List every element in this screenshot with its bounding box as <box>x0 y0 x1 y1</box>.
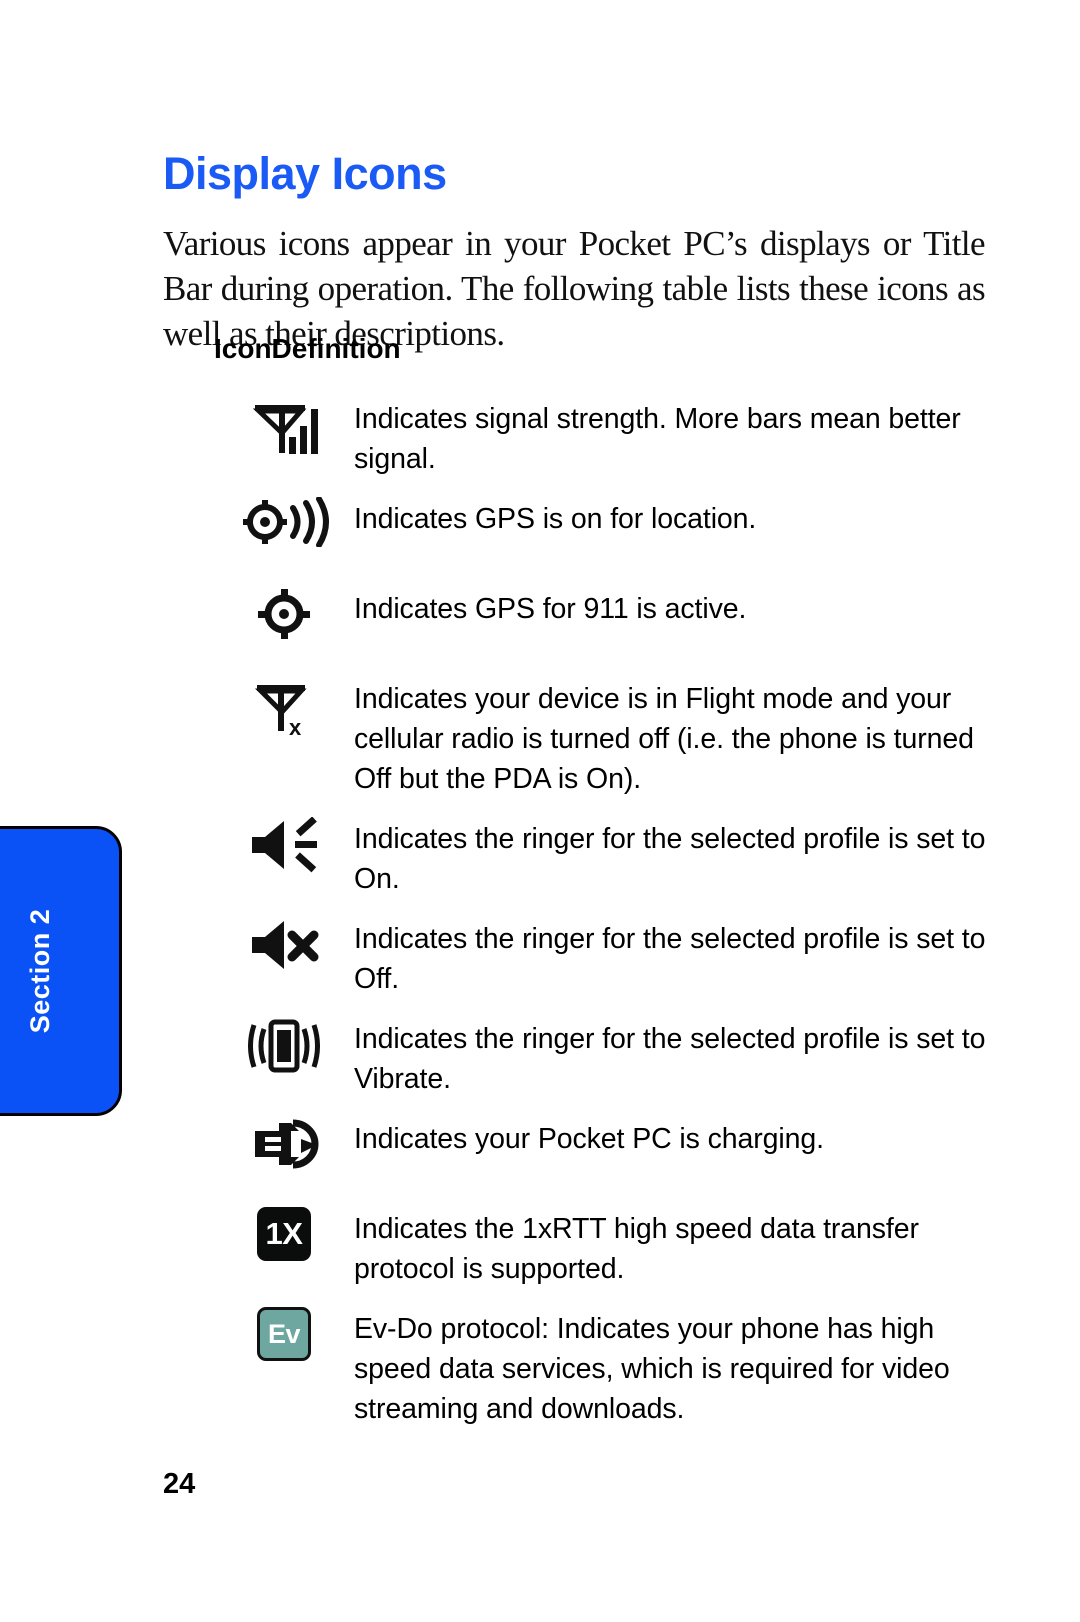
page-title: Display Icons <box>163 148 447 200</box>
icon-cell <box>214 585 354 659</box>
table-row: Ev Ev-Do protocol: Indicates your phone … <box>214 1305 1004 1429</box>
definition-text: Ev-Do protocol: Indicates your phone has… <box>354 1313 950 1425</box>
definition-text: Indicates the ringer for the selected pr… <box>354 823 986 895</box>
document-page: Display Icons Various icons appear in yo… <box>0 0 1080 1622</box>
flight-mode-icon: x <box>253 677 315 739</box>
gps-on-icon <box>238 497 330 547</box>
icon-definition-table: Indicates signal strength. More bars mea… <box>214 395 1004 1445</box>
definition-text: Indicates the ringer for the selected pr… <box>354 923 986 995</box>
ringer-vibrate-icon <box>248 1017 320 1075</box>
table-row: Indicates the ringer for the selected pr… <box>214 915 1004 999</box>
icon-cell: Ev <box>214 1305 354 1379</box>
signal-strength-icon <box>249 397 319 459</box>
definition-text: Indicates GPS is on for location. <box>354 503 757 535</box>
definition-text: Indicates GPS for 911 is active. <box>354 593 747 625</box>
definition-text: Indicates the 1xRTT high speed data tran… <box>354 1213 919 1285</box>
icon-cell: 1X <box>214 1205 354 1279</box>
icon-cell <box>214 1115 354 1189</box>
table-row: Indicates GPS for 911 is active. <box>214 585 1004 659</box>
table-row: Indicates the ringer for the selected pr… <box>214 815 1004 899</box>
icon-cell <box>214 395 354 469</box>
icon-cell <box>214 915 354 989</box>
table-row: 1X Indicates the 1xRTT high speed data t… <box>214 1205 1004 1289</box>
icon-cell <box>214 815 354 889</box>
definition-text: Indicates signal strength. More bars mea… <box>354 403 961 475</box>
icon-cell <box>214 1015 354 1089</box>
table-row: Indicates signal strength. More bars mea… <box>214 395 1004 479</box>
ringer-on-icon <box>248 817 320 873</box>
svg-text:x: x <box>289 715 302 739</box>
definition-text: Indicates your Pocket PC is charging. <box>354 1123 824 1155</box>
ev-do-badge-icon: Ev <box>257 1307 311 1361</box>
battery-charging-icon <box>249 1117 319 1171</box>
icon-cell <box>214 495 354 569</box>
table-row: x Indicates your device is in Flight mod… <box>214 675 1004 799</box>
ringer-off-icon <box>248 917 320 973</box>
table-column-headers: IconDefinition <box>214 333 401 364</box>
gps-911-icon <box>256 587 312 641</box>
table-row: Indicates GPS is on for location. <box>214 495 1004 569</box>
table-row: Indicates your Pocket PC is charging. <box>214 1115 1004 1189</box>
one-x-badge-icon: 1X <box>257 1207 311 1261</box>
page-number: 24 <box>163 1468 196 1500</box>
definition-text: Indicates your device is in Flight mode … <box>354 683 974 795</box>
table-row: Indicates the ringer for the selected pr… <box>214 1015 1004 1099</box>
icon-cell: x <box>214 675 354 749</box>
definition-text: Indicates the ringer for the selected pr… <box>354 1023 986 1095</box>
